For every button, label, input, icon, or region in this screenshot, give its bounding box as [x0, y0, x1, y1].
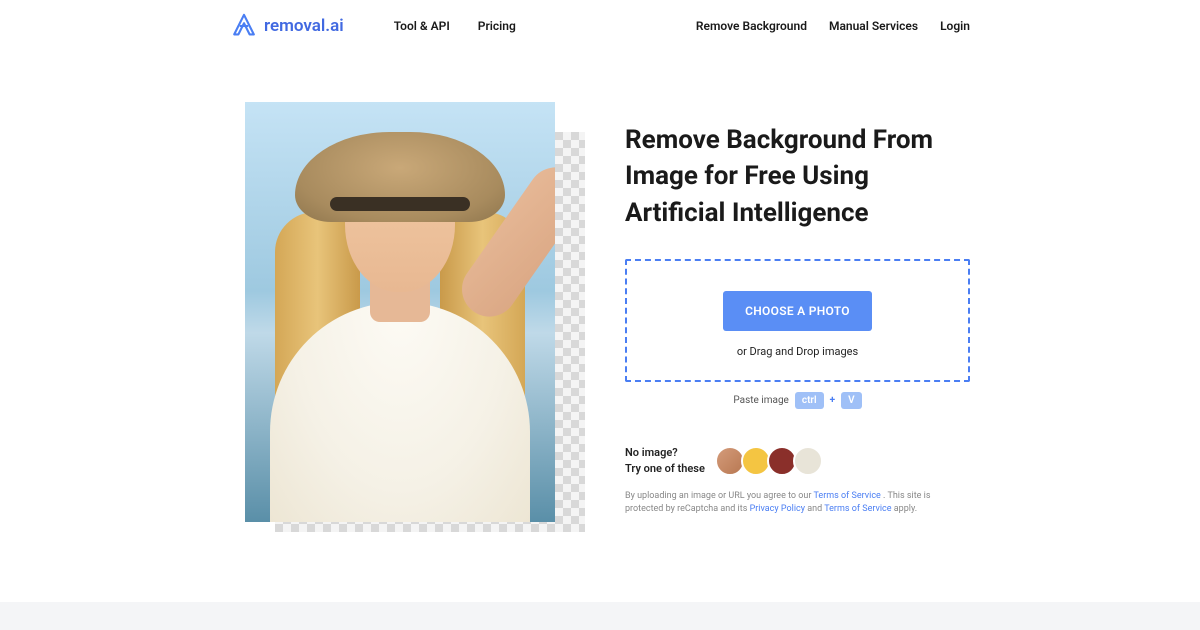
nav-login[interactable]: Login [940, 19, 970, 33]
privacy-link[interactable]: Privacy Policy [750, 504, 805, 514]
kbd-ctrl: ctrl [795, 392, 824, 409]
nav-remove-bg[interactable]: Remove Background [696, 19, 807, 33]
footer-bar [0, 602, 1200, 630]
hero-image [245, 102, 585, 532]
drag-drop-label: or Drag and Drop images [627, 345, 968, 358]
paste-hint: Paste image ctrl + V [625, 392, 970, 409]
header: removal.ai Tool & API Pricing Remove Bac… [0, 0, 1200, 52]
samples-text: No image? Try one of these [625, 445, 705, 476]
samples-line1: No image? [625, 445, 705, 460]
samples-line2: Try one of these [625, 461, 705, 476]
sample-thumbs [719, 446, 823, 476]
tos-link[interactable]: Terms of Service [814, 491, 881, 501]
plus-icon: + [830, 395, 835, 406]
content-column: Remove Background From Image for Free Us… [625, 102, 970, 532]
page-title: Remove Background From Image for Free Us… [625, 122, 970, 231]
main: Remove Background From Image for Free Us… [0, 52, 1200, 532]
kbd-v: V [841, 392, 862, 409]
choose-photo-button[interactable]: CHOOSE A PHOTO [723, 291, 872, 331]
upload-dropzone[interactable]: CHOOSE A PHOTO or Drag and Drop images [625, 259, 970, 382]
nav-manual-services[interactable]: Manual Services [829, 19, 918, 33]
logo[interactable]: removal.ai [230, 12, 344, 40]
nav-tool-api[interactable]: Tool & API [394, 19, 450, 33]
tos-link-2[interactable]: Terms of Service [824, 504, 891, 514]
nav-pricing[interactable]: Pricing [478, 19, 516, 33]
paste-label: Paste image [733, 395, 788, 406]
logo-icon [230, 12, 258, 40]
sample-thumb-4[interactable] [793, 446, 823, 476]
sample-photo [245, 102, 555, 522]
samples-row: No image? Try one of these [625, 445, 970, 476]
logo-text: removal.ai [264, 16, 344, 36]
nav-left: Tool & API Pricing [394, 19, 516, 33]
legal-text: By uploading an image or URL you agree t… [625, 490, 965, 517]
nav-right: Remove Background Manual Services Login [696, 19, 970, 33]
